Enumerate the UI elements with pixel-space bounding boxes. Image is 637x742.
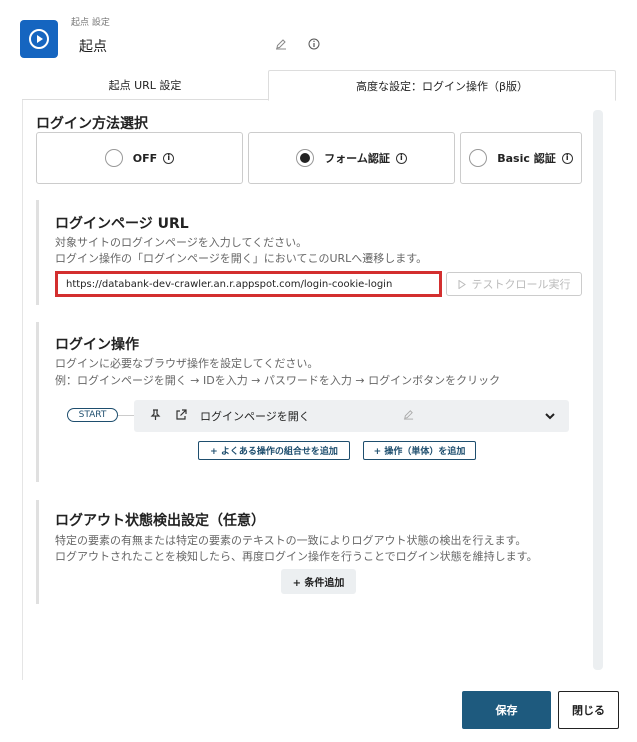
option-basic-auth[interactable]: Basic 認証 i [460,132,582,184]
login-ops-desc-2: 例：ログインページを開く → IDを入力 → パスワードを入力 → ログインボタ… [55,374,501,387]
play-circle-icon [20,20,58,58]
info-icon[interactable]: i [395,152,407,164]
option-off-label: OFF [132,151,158,165]
step-connector [118,415,134,416]
settings-tabs: 起点 URL 設定 高度な設定：ログイン操作（β版） [22,70,616,101]
option-basic-label: Basic 認証 [497,152,556,165]
scrollbar[interactable] [593,110,603,670]
test-crawl-label: テストクロール実行 [471,278,571,291]
login-page-section [36,200,39,305]
add-condition-button[interactable]: + 条件追加 [281,569,356,594]
header-title: 起点 [79,39,107,55]
info-icon[interactable]: i [561,152,573,164]
dialog-header: 起点 設定 起点 [0,0,637,70]
radio-form-auth[interactable] [296,149,315,167]
logout-title: ログアウト状態検出設定（任意） [55,513,265,529]
pencil-icon[interactable] [403,409,414,423]
login-url-input[interactable] [55,271,442,297]
login-ops-section [36,322,39,482]
option-form-label: フォーム認証 [324,152,390,165]
option-off[interactable]: OFF i [36,132,243,184]
header-label: 起点 設定 [71,18,110,28]
step-label: ログインページを開く [200,410,310,423]
save-button[interactable]: 保存 [462,691,551,729]
chevron-down-icon[interactable] [544,410,556,424]
logout-desc-2: ログアウトされたことを検知したら、再度ログイン操作を行うことでログイン状態を維持… [55,550,538,563]
external-link-icon[interactable] [175,409,187,424]
login-method-title: ログイン方法選択 [36,116,148,132]
tab-advanced-login[interactable]: 高度な設定：ログイン操作（β版） [268,70,616,101]
pin-icon[interactable] [150,409,161,424]
close-button[interactable]: 閉じる [558,691,619,729]
login-page-title: ログインページ URL [55,216,189,232]
option-form-auth[interactable]: フォーム認証 i [248,132,455,184]
tab-origin-url[interactable]: 起点 URL 設定 [22,70,268,100]
add-common-combo-button[interactable]: + よくある操作の組合せを追加 [198,441,350,460]
start-badge: START [67,408,118,422]
login-ops-title: ログイン操作 [55,337,139,353]
info-icon[interactable] [308,38,320,53]
login-ops-desc-1: ログインに必要なブラウザ操作を設定してください。 [55,357,319,370]
logout-desc-1: 特定の要素の有無または特定の要素のテキストの一致によりログアウト状態の検出を行え… [55,534,527,547]
pencil-icon[interactable] [275,38,287,53]
radio-basic-auth[interactable] [469,149,488,167]
test-crawl-button[interactable]: テストクロール実行 [446,272,582,296]
add-single-op-button[interactable]: + 操作（単体）を追加 [363,441,476,460]
info-icon[interactable]: i [163,152,175,164]
logout-section [36,500,39,604]
play-icon [458,279,466,289]
login-page-desc-1: 対象サイトのログインページを入力してください。 [55,236,308,249]
radio-off[interactable] [104,149,123,167]
login-page-desc-2: ログイン操作の「ログインページを開く」においてこのURLへ遷移します。 [55,252,428,265]
